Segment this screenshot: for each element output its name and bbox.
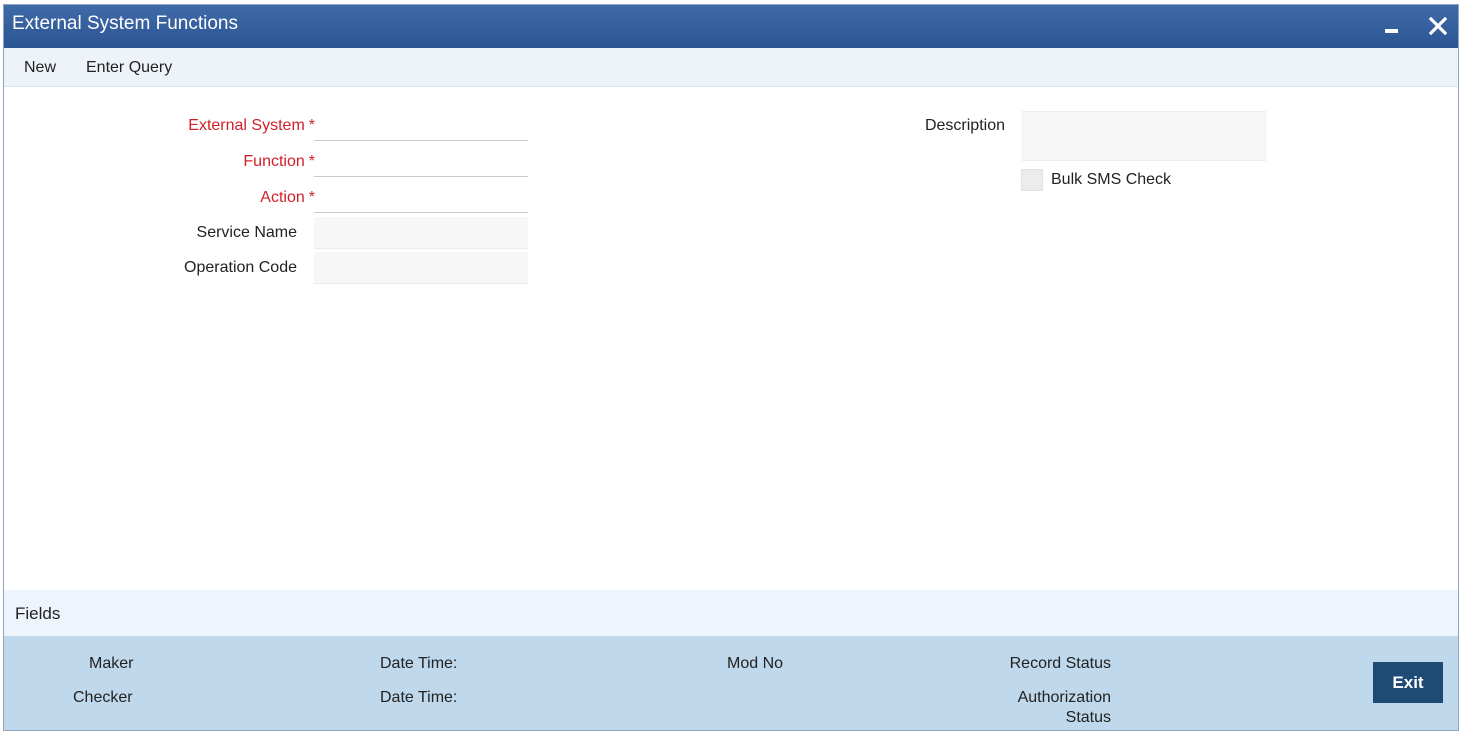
window-title: External System Functions	[12, 13, 238, 34]
external-system-functions-window: External System Functions New Enter Quer…	[3, 4, 1459, 731]
maker-label: Maker	[89, 655, 134, 672]
action-input[interactable]	[314, 181, 528, 213]
bulk-sms-check-label: Bulk SMS Check	[1051, 171, 1172, 188]
service-name-label: Service Name	[196, 224, 297, 241]
title-bar: External System Functions	[4, 5, 1458, 48]
toolbar: New Enter Query	[4, 48, 1458, 87]
function-label: Function *	[104, 153, 315, 171]
minimize-button[interactable]	[1379, 13, 1405, 39]
function-label-text: Function	[243, 153, 305, 170]
description-input[interactable]	[1022, 111, 1266, 161]
bulk-sms-check-checkbox[interactable]	[1021, 169, 1043, 191]
external-system-label: External System *	[104, 117, 315, 135]
description-label: Description	[924, 117, 1005, 134]
maker-date-time-label: Date Time:	[380, 655, 458, 672]
checker-date-time-label: Date Time:	[380, 689, 458, 706]
external-system-input[interactable]	[314, 109, 528, 141]
operation-code-input[interactable]	[314, 252, 528, 284]
checker-label: Checker	[73, 689, 133, 706]
service-name-input[interactable]	[314, 217, 528, 249]
function-input[interactable]	[314, 145, 528, 177]
operation-code-label: Operation Code	[184, 259, 297, 276]
record-status-label: Record Status	[1009, 655, 1111, 672]
minimize-icon	[1385, 29, 1398, 33]
exit-button[interactable]: Exit	[1373, 662, 1443, 703]
close-icon	[1429, 17, 1447, 35]
authorization-status-label: Status	[1065, 709, 1111, 726]
new-button[interactable]: New	[24, 59, 56, 77]
audit-footer: Maker Checker Date Time: Date Time: Mod …	[4, 636, 1458, 730]
fields-section: Fields	[4, 590, 1458, 636]
enter-query-button[interactable]: Enter Query	[86, 59, 172, 77]
action-label: Action *	[104, 189, 315, 207]
fields-section-title: Fields	[15, 604, 61, 623]
external-system-label-text: External System	[188, 117, 305, 134]
action-label-text: Action	[260, 189, 305, 206]
authorization-label: Authorization	[1017, 689, 1111, 706]
mod-no-label: Mod No	[727, 655, 784, 672]
close-button[interactable]	[1425, 13, 1451, 39]
